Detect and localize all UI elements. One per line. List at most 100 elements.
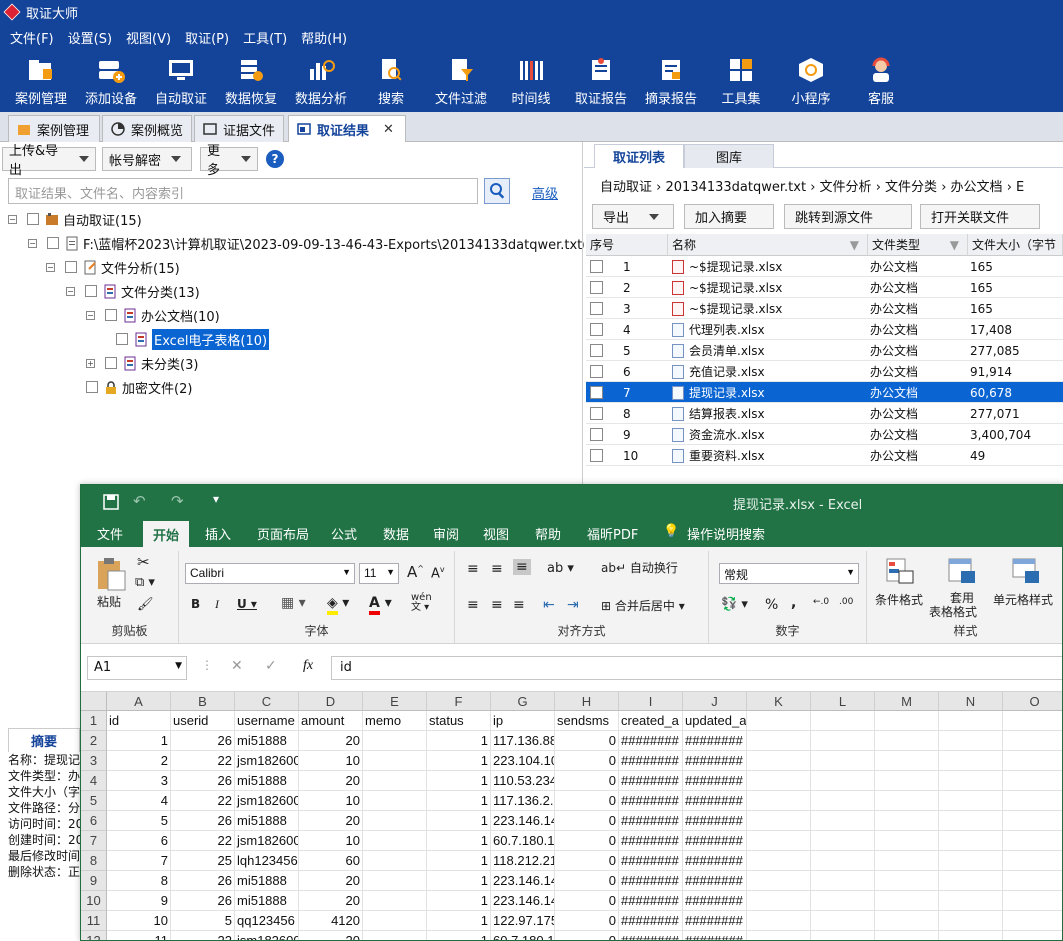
toolset-button[interactable]: 工具集 (706, 50, 776, 112)
cell[interactable]: 0 (555, 731, 619, 751)
row-checkbox-cell[interactable]: 4 (590, 319, 668, 340)
cell[interactable] (811, 771, 875, 791)
cell[interactable]: 118.212.21 (491, 851, 555, 871)
tab-case-overview[interactable]: 案例概览 (102, 115, 192, 142)
cell[interactable] (875, 851, 939, 871)
cell[interactable]: 3 (107, 771, 171, 791)
cell[interactable]: 9 (107, 891, 171, 911)
align-bottom-icon[interactable]: ≡ (513, 559, 531, 575)
cell[interactable]: ######## (619, 771, 683, 791)
cell[interactable]: 2 (107, 751, 171, 771)
column-header-c[interactable]: C (235, 692, 299, 711)
row-header[interactable]: 2 (81, 731, 107, 751)
table-row[interactable]: 10 重要资料.xlsx 办公文档 49 (586, 445, 1063, 466)
cell[interactable]: 223.146.14 (491, 891, 555, 911)
tab-forensics-results[interactable]: 取证结果 ✕ (288, 115, 406, 142)
cell-styles-button[interactable]: 单元格样式 (993, 591, 1053, 608)
row-header[interactable]: 12 (81, 931, 107, 940)
column-header-type[interactable]: 文件类型 ▼ (868, 234, 968, 256)
cell[interactable]: status (427, 711, 491, 731)
cell[interactable]: 1 (427, 811, 491, 831)
help-icon[interactable]: ? (266, 150, 284, 168)
cell[interactable] (939, 811, 1003, 831)
row-header[interactable]: 5 (81, 791, 107, 811)
cell[interactable] (747, 711, 811, 731)
row-checkbox[interactable] (590, 281, 603, 294)
cell[interactable] (747, 751, 811, 771)
cell[interactable]: 0 (555, 891, 619, 911)
cell[interactable]: mi51888 (235, 891, 299, 911)
row-checkbox-cell[interactable]: 10 (590, 445, 668, 466)
cell[interactable] (811, 851, 875, 871)
tab-forensics-list[interactable]: 取证列表 (594, 144, 684, 168)
cell[interactable]: 1 (427, 911, 491, 931)
cell[interactable]: 25 (171, 851, 235, 871)
cell[interactable] (939, 871, 1003, 891)
column-header-o[interactable]: O (1003, 692, 1062, 711)
cell[interactable]: updated_at (683, 711, 747, 731)
cell[interactable] (939, 731, 1003, 751)
menu-tools[interactable]: 工具(T) (243, 28, 287, 47)
tree-node-encrypted-files[interactable]: 加密文件(2) (86, 376, 192, 398)
column-header-g[interactable]: G (491, 692, 555, 711)
cell[interactable] (363, 931, 427, 940)
cell[interactable]: 1 (107, 731, 171, 751)
merge-center-button[interactable]: ⊞ 合并后居中 ▾ (601, 597, 685, 614)
table-row[interactable]: 5 会员清单.xlsx 办公文档 277,085 (586, 340, 1063, 361)
cell[interactable]: 1 (427, 871, 491, 891)
copy-icon[interactable]: ⧉ ▾ (135, 575, 155, 590)
cell[interactable] (363, 751, 427, 771)
cell[interactable]: 22 (171, 791, 235, 811)
italic-icon[interactable]: I (215, 597, 219, 612)
cell[interactable] (747, 851, 811, 871)
align-middle-icon[interactable]: ≡ (491, 561, 503, 577)
cell[interactable]: 10 (107, 911, 171, 931)
ribbon-tab-view[interactable]: 视图 (483, 524, 509, 543)
column-header-k[interactable]: K (747, 692, 811, 711)
column-header-e[interactable]: E (363, 692, 427, 711)
cell[interactable]: 10 (299, 751, 363, 771)
filter-icon[interactable]: ▼ (950, 238, 959, 252)
cell[interactable] (747, 771, 811, 791)
cell[interactable]: ######## (619, 871, 683, 891)
filter-icon[interactable]: ▼ (850, 238, 859, 252)
cell[interactable]: memo (363, 711, 427, 731)
cell[interactable] (747, 731, 811, 751)
cell[interactable] (1003, 711, 1062, 731)
cell[interactable] (875, 751, 939, 771)
cell[interactable]: ######## (683, 891, 747, 911)
cell[interactable]: 20 (299, 731, 363, 751)
column-header-name[interactable]: 名称 ▼ (668, 234, 868, 256)
cell[interactable] (875, 771, 939, 791)
row-checkbox-cell[interactable]: 3 (590, 298, 668, 319)
row-checkbox[interactable] (590, 407, 603, 420)
table-row[interactable]: 9 资金流水.xlsx 办公文档 3,400,704 (586, 424, 1063, 445)
select-all-corner[interactable] (81, 692, 107, 711)
cell[interactable] (939, 711, 1003, 731)
cell[interactable] (939, 931, 1003, 940)
bold-icon[interactable]: B (191, 597, 200, 611)
redo-icon[interactable]: ↷ (171, 492, 184, 510)
forensics-report-button[interactable]: 取证报告 (566, 50, 636, 112)
row-checkbox[interactable] (590, 323, 603, 336)
collapse-icon[interactable]: − (46, 262, 55, 272)
tree-node-file-analysis[interactable]: − 文件分析(15) (46, 256, 180, 278)
cell[interactable]: amount (299, 711, 363, 731)
file-filter-button[interactable]: 文件过滤 (426, 50, 496, 112)
row-header[interactable]: 11 (81, 911, 107, 931)
currency-icon[interactable]: 💱 ▾ (721, 597, 748, 612)
row-header[interactable]: 3 (81, 751, 107, 771)
cell[interactable]: 1 (427, 931, 491, 940)
cell[interactable]: jsm182600 (235, 791, 299, 811)
jump-to-source-button[interactable]: 跳转到源文件 (784, 204, 912, 229)
tree-node-auto-forensics[interactable]: − 自动取证(15) (8, 208, 142, 230)
column-header-m[interactable]: M (875, 692, 939, 711)
cell[interactable] (363, 811, 427, 831)
cell[interactable]: 8 (107, 871, 171, 891)
ribbon-tab-formulas[interactable]: 公式 (331, 524, 357, 543)
cell[interactable]: lqh123456 (235, 851, 299, 871)
cell[interactable] (1003, 831, 1062, 851)
align-top-icon[interactable]: ≡ (467, 561, 479, 577)
cell[interactable]: 22 (171, 751, 235, 771)
row-header[interactable]: 8 (81, 851, 107, 871)
